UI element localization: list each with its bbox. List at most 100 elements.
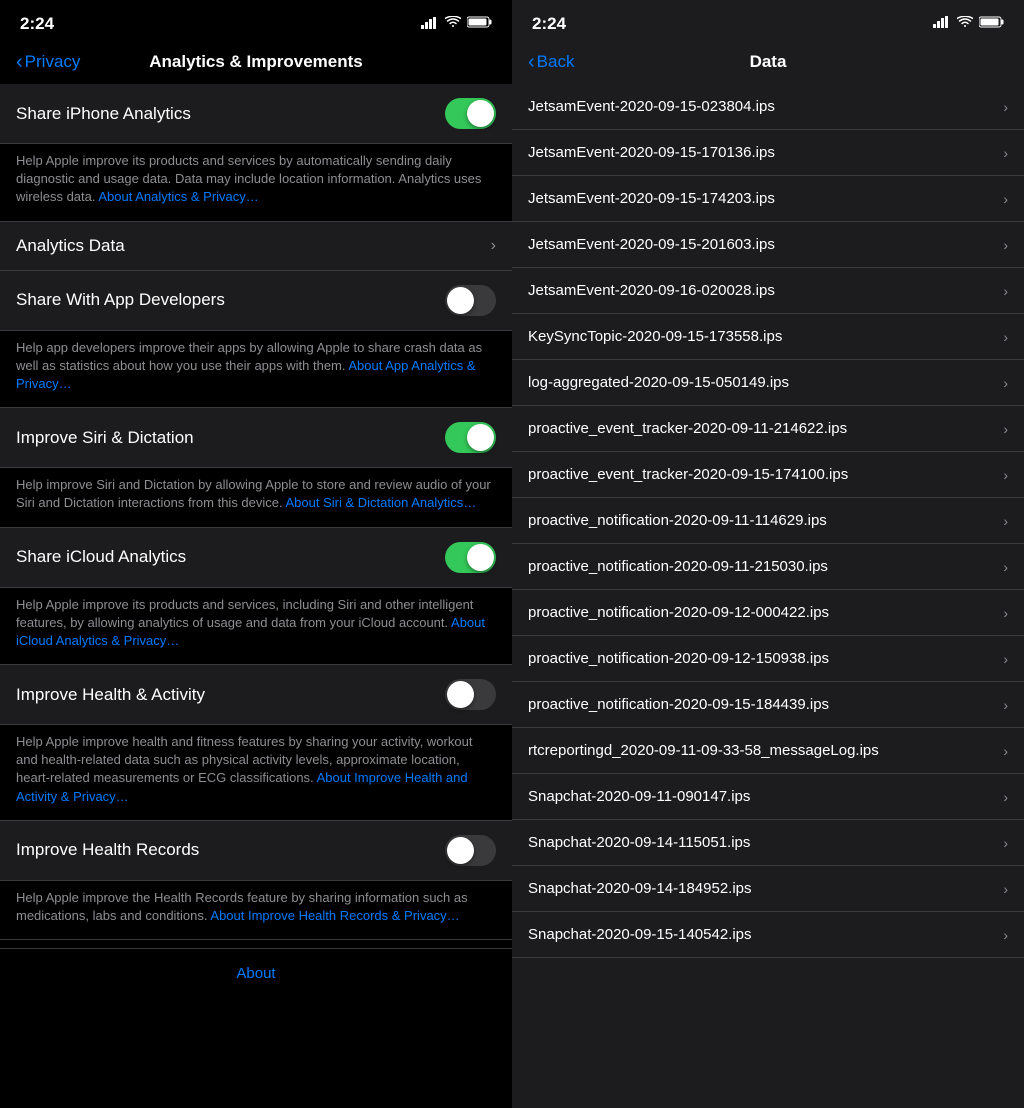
list-item[interactable]: JetsamEvent-2020-09-16-020028.ips ›	[512, 268, 1024, 314]
data-item-label: Snapchat-2020-09-11-090147.ips	[528, 788, 995, 805]
list-item[interactable]: log-aggregated-2020-09-15-050149.ips ›	[512, 360, 1024, 406]
data-item-label: JetsamEvent-2020-09-15-023804.ips	[528, 98, 995, 115]
left-nav-title: Analytics & Improvements	[149, 52, 363, 72]
right-signal-icon	[933, 15, 951, 33]
share-icloud-row: Share iCloud Analytics	[0, 528, 512, 588]
data-item-label: KeySyncTopic-2020-09-15-173558.ips	[528, 328, 995, 345]
data-item-label: proactive_notification-2020-09-12-150938…	[528, 650, 995, 667]
share-icloud-toggle[interactable]	[445, 542, 496, 573]
improve-siri-desc: Help improve Siri and Dictation by allow…	[0, 468, 512, 527]
data-item-chevron: ›	[1003, 237, 1008, 253]
improve-health-activity-desc: Help Apple improve health and fitness fe…	[0, 725, 512, 821]
right-panel: 2:24	[512, 0, 1024, 1108]
data-item-chevron: ›	[1003, 329, 1008, 345]
data-item-label: log-aggregated-2020-09-15-050149.ips	[528, 374, 995, 391]
data-item-label: JetsamEvent-2020-09-15-201603.ips	[528, 236, 995, 253]
list-item[interactable]: proactive_notification-2020-09-11-114629…	[512, 498, 1024, 544]
share-app-developers-toggle[interactable]	[445, 285, 496, 316]
left-status-bar: 2:24	[0, 0, 512, 44]
data-item-chevron: ›	[1003, 743, 1008, 759]
analytics-data-row[interactable]: Analytics Data ›	[0, 222, 512, 271]
data-item-label: JetsamEvent-2020-09-15-170136.ips	[528, 144, 995, 161]
list-item[interactable]: Snapchat-2020-09-15-140542.ips ›	[512, 912, 1024, 958]
list-item[interactable]: JetsamEvent-2020-09-15-023804.ips ›	[512, 84, 1024, 130]
list-item[interactable]: rtcreportingd_2020-09-11-09-33-58_messag…	[512, 728, 1024, 774]
left-back-chevron: ‹	[16, 52, 23, 72]
data-item-chevron: ›	[1003, 697, 1008, 713]
data-item-chevron: ›	[1003, 421, 1008, 437]
improve-health-records-row: Improve Health Records	[0, 821, 512, 881]
list-item[interactable]: proactive_event_tracker-2020-09-11-21462…	[512, 406, 1024, 452]
share-app-developers-desc: Help app developers improve their apps b…	[0, 331, 512, 409]
data-item-label: rtcreportingd_2020-09-11-09-33-58_messag…	[528, 742, 995, 759]
data-item-label: JetsamEvent-2020-09-15-174203.ips	[528, 190, 995, 207]
list-item[interactable]: proactive_notification-2020-09-15-184439…	[512, 682, 1024, 728]
list-item[interactable]: JetsamEvent-2020-09-15-170136.ips ›	[512, 130, 1024, 176]
right-time: 2:24	[532, 14, 566, 34]
health-activity-link[interactable]: About Improve Health and Activity & Priv…	[16, 770, 468, 803]
settings-content: Share iPhone Analytics Help Apple improv…	[0, 84, 512, 1108]
data-item-chevron: ›	[1003, 651, 1008, 667]
about-link[interactable]: About	[236, 965, 275, 982]
siri-analytics-link[interactable]: About Siri & Dictation Analytics…	[286, 495, 477, 510]
list-item[interactable]: proactive_notification-2020-09-11-215030…	[512, 544, 1024, 590]
data-item-chevron: ›	[1003, 191, 1008, 207]
right-back-button[interactable]: ‹ Back	[528, 52, 574, 72]
share-icloud-label: Share iCloud Analytics	[16, 547, 186, 567]
battery-icon	[467, 15, 492, 33]
improve-health-activity-toggle[interactable]	[445, 679, 496, 710]
data-item-label: proactive_notification-2020-09-12-000422…	[528, 604, 995, 621]
signal-icon	[421, 17, 439, 32]
list-item[interactable]: Snapchat-2020-09-14-115051.ips ›	[512, 820, 1024, 866]
list-item[interactable]: JetsamEvent-2020-09-15-201603.ips ›	[512, 222, 1024, 268]
health-records-link[interactable]: About Improve Health Records & Privacy…	[210, 908, 459, 923]
share-iphone-analytics-desc: Help Apple improve its products and serv…	[0, 144, 512, 222]
right-status-bar: 2:24	[512, 0, 1024, 44]
list-item[interactable]: KeySyncTopic-2020-09-15-173558.ips ›	[512, 314, 1024, 360]
list-item[interactable]: proactive_notification-2020-09-12-150938…	[512, 636, 1024, 682]
share-app-developers-row: Share With App Developers	[0, 271, 512, 331]
improve-siri-toggle[interactable]	[445, 422, 496, 453]
right-wifi-icon	[957, 15, 973, 33]
data-item-label: proactive_event_tracker-2020-09-15-17410…	[528, 466, 995, 483]
data-item-label: Snapchat-2020-09-14-184952.ips	[528, 880, 995, 897]
left-back-button[interactable]: ‹ Privacy	[16, 52, 80, 72]
left-nav-bar: ‹ Privacy Analytics & Improvements	[0, 44, 512, 84]
right-status-icons	[933, 15, 1004, 33]
left-time: 2:24	[20, 14, 54, 34]
icloud-analytics-link[interactable]: About iCloud Analytics & Privacy…	[16, 615, 485, 648]
improve-health-records-toggle[interactable]	[445, 835, 496, 866]
data-item-label: JetsamEvent-2020-09-16-020028.ips	[528, 282, 995, 299]
data-item-chevron: ›	[1003, 559, 1008, 575]
data-item-label: Snapchat-2020-09-14-115051.ips	[528, 834, 995, 851]
left-panel: 2:24	[0, 0, 512, 1108]
list-item[interactable]: proactive_event_tracker-2020-09-15-17410…	[512, 452, 1024, 498]
data-item-chevron: ›	[1003, 835, 1008, 851]
left-status-icons	[421, 15, 492, 33]
analytics-data-chevron: ›	[491, 237, 496, 255]
data-item-chevron: ›	[1003, 605, 1008, 621]
app-analytics-privacy-link[interactable]: About App Analytics & Privacy…	[16, 358, 476, 391]
data-item-chevron: ›	[1003, 145, 1008, 161]
data-item-label: proactive_event_tracker-2020-09-11-21462…	[528, 420, 995, 437]
data-item-chevron: ›	[1003, 513, 1008, 529]
share-app-developers-label: Share With App Developers	[16, 290, 225, 310]
list-item[interactable]: Snapchat-2020-09-11-090147.ips ›	[512, 774, 1024, 820]
list-item[interactable]: Snapchat-2020-09-14-184952.ips ›	[512, 866, 1024, 912]
data-item-label: proactive_notification-2020-09-11-114629…	[528, 512, 995, 529]
data-item-chevron: ›	[1003, 881, 1008, 897]
improve-health-activity-row: Improve Health & Activity	[0, 665, 512, 725]
share-iphone-analytics-label: Share iPhone Analytics	[16, 104, 191, 124]
data-item-label: proactive_notification-2020-09-11-215030…	[528, 558, 995, 575]
data-item-label: proactive_notification-2020-09-15-184439…	[528, 696, 995, 713]
right-nav-title: Data	[750, 52, 787, 72]
data-item-chevron: ›	[1003, 283, 1008, 299]
share-iphone-analytics-toggle[interactable]	[445, 98, 496, 129]
analytics-privacy-link[interactable]: About Analytics & Privacy…	[98, 189, 258, 204]
data-list: JetsamEvent-2020-09-15-023804.ips › Jets…	[512, 84, 1024, 1108]
share-iphone-analytics-row: Share iPhone Analytics	[0, 84, 512, 144]
data-item-chevron: ›	[1003, 467, 1008, 483]
list-item[interactable]: JetsamEvent-2020-09-15-174203.ips ›	[512, 176, 1024, 222]
data-item-chevron: ›	[1003, 789, 1008, 805]
list-item[interactable]: proactive_notification-2020-09-12-000422…	[512, 590, 1024, 636]
